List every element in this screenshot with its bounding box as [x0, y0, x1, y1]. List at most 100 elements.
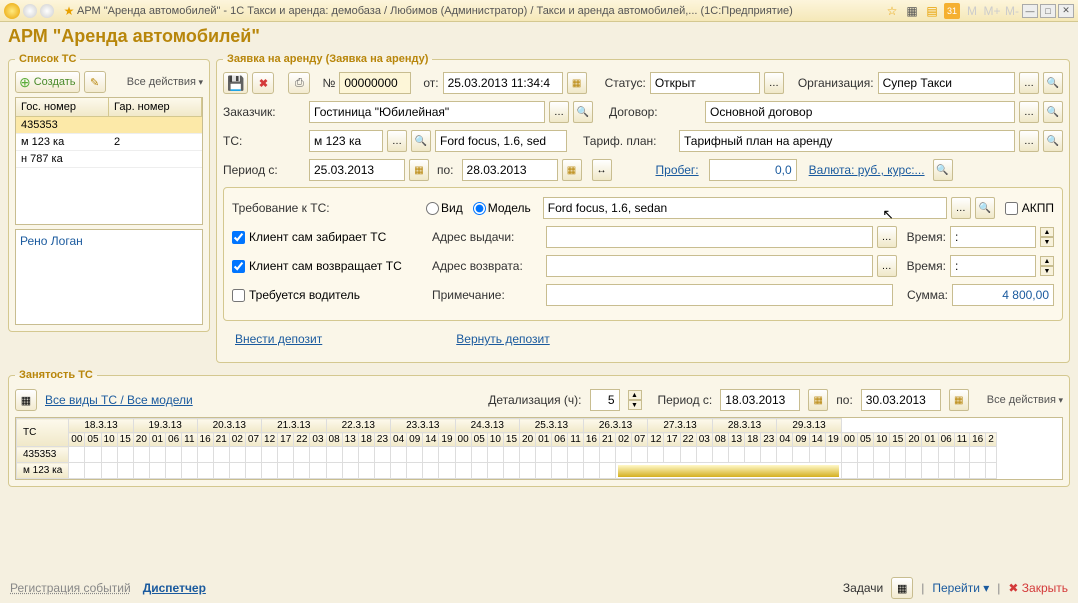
mileage-label[interactable]: Пробег:: [656, 163, 699, 177]
occ-to-field[interactable]: [866, 393, 936, 407]
return-checkbox[interactable]: Клиент сам возвращает ТС: [232, 259, 428, 273]
akpp-checkbox[interactable]: АКПП: [1005, 201, 1054, 215]
deposit-in-link[interactable]: Внести депозит: [235, 332, 322, 346]
tc-model-field[interactable]: [440, 134, 562, 148]
note-field[interactable]: [551, 288, 888, 302]
mileage-field[interactable]: [714, 163, 792, 177]
tc-row[interactable]: 435353: [16, 117, 202, 134]
occ-filter-link[interactable]: Все виды ТС / Все модели: [45, 393, 193, 407]
req-model-select[interactable]: …: [951, 197, 971, 219]
star-icon[interactable]: ★: [61, 3, 77, 19]
minimize-button[interactable]: —: [1022, 4, 1038, 18]
num-field[interactable]: [344, 76, 406, 90]
nav-back-icon[interactable]: [23, 4, 37, 18]
currency-link[interactable]: Валюта: руб., курс:...: [809, 163, 925, 177]
fav-icon[interactable]: ☆: [884, 3, 900, 19]
detail-up[interactable]: ▲: [628, 390, 642, 400]
period-from-field[interactable]: [314, 163, 400, 177]
tariff-select[interactable]: …: [1019, 130, 1039, 152]
time-out-up[interactable]: ▲: [1040, 227, 1054, 237]
dispatcher-link[interactable]: Диспетчер: [143, 581, 206, 595]
contract-field[interactable]: [710, 105, 1010, 119]
nav-fwd-icon[interactable]: [40, 4, 54, 18]
print-button[interactable]: ⎙: [288, 72, 310, 94]
swap-button[interactable]: ↔: [592, 159, 612, 181]
occupancy-legend: Занятость ТС: [15, 369, 97, 381]
period-from-picker[interactable]: ▦: [409, 159, 429, 181]
radio-model[interactable]: Модель: [473, 201, 531, 215]
from-label: от:: [423, 76, 438, 90]
addr-out-field[interactable]: [551, 230, 868, 244]
period-to-picker[interactable]: ▦: [562, 159, 582, 181]
calc-icon[interactable]: ▤: [924, 3, 940, 19]
customer-field[interactable]: [314, 105, 540, 119]
occ-from-picker[interactable]: ▦: [808, 389, 828, 411]
addr-back-select[interactable]: …: [877, 255, 897, 277]
save-button[interactable]: 💾: [223, 72, 248, 94]
calendar-icon[interactable]: 31: [944, 3, 960, 19]
tariff-search[interactable]: 🔍: [1043, 130, 1063, 152]
tc-gos-field[interactable]: [314, 134, 378, 148]
org-select[interactable]: …: [1019, 72, 1039, 94]
pickup-checkbox[interactable]: Клиент сам забирает ТС: [232, 230, 428, 244]
detail-down[interactable]: ▼: [628, 400, 642, 410]
from-date-field[interactable]: [448, 76, 558, 90]
period-to-field[interactable]: [467, 163, 553, 177]
status-field[interactable]: [655, 76, 755, 90]
time-back-field[interactable]: [955, 259, 1031, 273]
occ-from-field[interactable]: [725, 393, 795, 407]
addr-out-select[interactable]: …: [877, 226, 897, 248]
tariff-label: Тариф. план:: [583, 134, 675, 148]
from-date-picker[interactable]: ▦: [567, 72, 587, 94]
tasks-button[interactable]: ▦: [891, 577, 913, 599]
customer-search[interactable]: 🔍: [573, 101, 593, 123]
tc-gos-search[interactable]: 🔍: [411, 130, 431, 152]
tc-row[interactable]: н 787 ка: [16, 151, 202, 168]
cancel-button[interactable]: ✖: [252, 72, 274, 94]
close-button[interactable]: ✖ Закрыть: [1008, 581, 1068, 595]
close-window-button[interactable]: ✕: [1058, 4, 1074, 18]
sum-field[interactable]: [957, 288, 1049, 302]
occupancy-grid[interactable]: ТС18.3.1319.3.1320.3.1321.3.1322.3.1323.…: [15, 417, 1063, 480]
mplus-icon[interactable]: М+: [984, 3, 1000, 19]
contract-search[interactable]: 🔍: [1043, 101, 1063, 123]
occ-all-actions[interactable]: Все действия: [987, 394, 1063, 406]
tc-row[interactable]: м 123 ка2: [16, 134, 202, 151]
m-icon[interactable]: М: [964, 3, 980, 19]
contract-select[interactable]: …: [1019, 101, 1039, 123]
detail-field[interactable]: [595, 393, 615, 407]
deposit-out-link[interactable]: Вернуть депозит: [456, 332, 549, 346]
tool-icon-1[interactable]: ▦: [904, 3, 920, 19]
time-out-down[interactable]: ▼: [1040, 237, 1054, 247]
org-search[interactable]: 🔍: [1043, 72, 1063, 94]
create-button[interactable]: Создать: [15, 71, 80, 93]
time-out-field[interactable]: [955, 230, 1031, 244]
maximize-button[interactable]: □: [1040, 4, 1056, 18]
addr-back-field[interactable]: [551, 259, 868, 273]
tc-gos-select[interactable]: …: [387, 130, 407, 152]
go-link[interactable]: Перейти ▾: [932, 581, 989, 595]
customer-select[interactable]: …: [549, 101, 569, 123]
status-label: Статус:: [605, 76, 646, 90]
request-panel: Заявка на аренду (Заявка на аренду) 💾 ✖ …: [216, 53, 1070, 363]
req-model-search[interactable]: 🔍: [975, 197, 995, 219]
edit-button[interactable]: ✎: [84, 71, 106, 93]
time-back-down[interactable]: ▼: [1040, 266, 1054, 276]
all-actions-menu[interactable]: Все действия: [127, 76, 203, 88]
mminus-icon[interactable]: М-: [1004, 3, 1020, 19]
occ-to-picker[interactable]: ▦: [949, 389, 969, 411]
radio-kind[interactable]: Вид: [426, 201, 463, 215]
status-select[interactable]: …: [764, 72, 784, 94]
currency-search[interactable]: 🔍: [933, 159, 953, 181]
driver-checkbox[interactable]: Требуется водитель: [232, 288, 428, 302]
req-model-field[interactable]: [548, 201, 942, 215]
occ-config-button[interactable]: ▦: [15, 389, 37, 411]
tasks-label: Задачи: [843, 581, 883, 595]
gantt-bar[interactable]: [618, 465, 839, 477]
time-back-up[interactable]: ▲: [1040, 256, 1054, 266]
tc-col-gos[interactable]: Гос. номер: [16, 98, 109, 117]
tc-col-gar[interactable]: Гар. номер: [109, 98, 202, 117]
org-field[interactable]: [883, 76, 1010, 90]
tariff-field[interactable]: [684, 134, 1010, 148]
reg-events-link[interactable]: Регистрация событий: [10, 581, 131, 595]
